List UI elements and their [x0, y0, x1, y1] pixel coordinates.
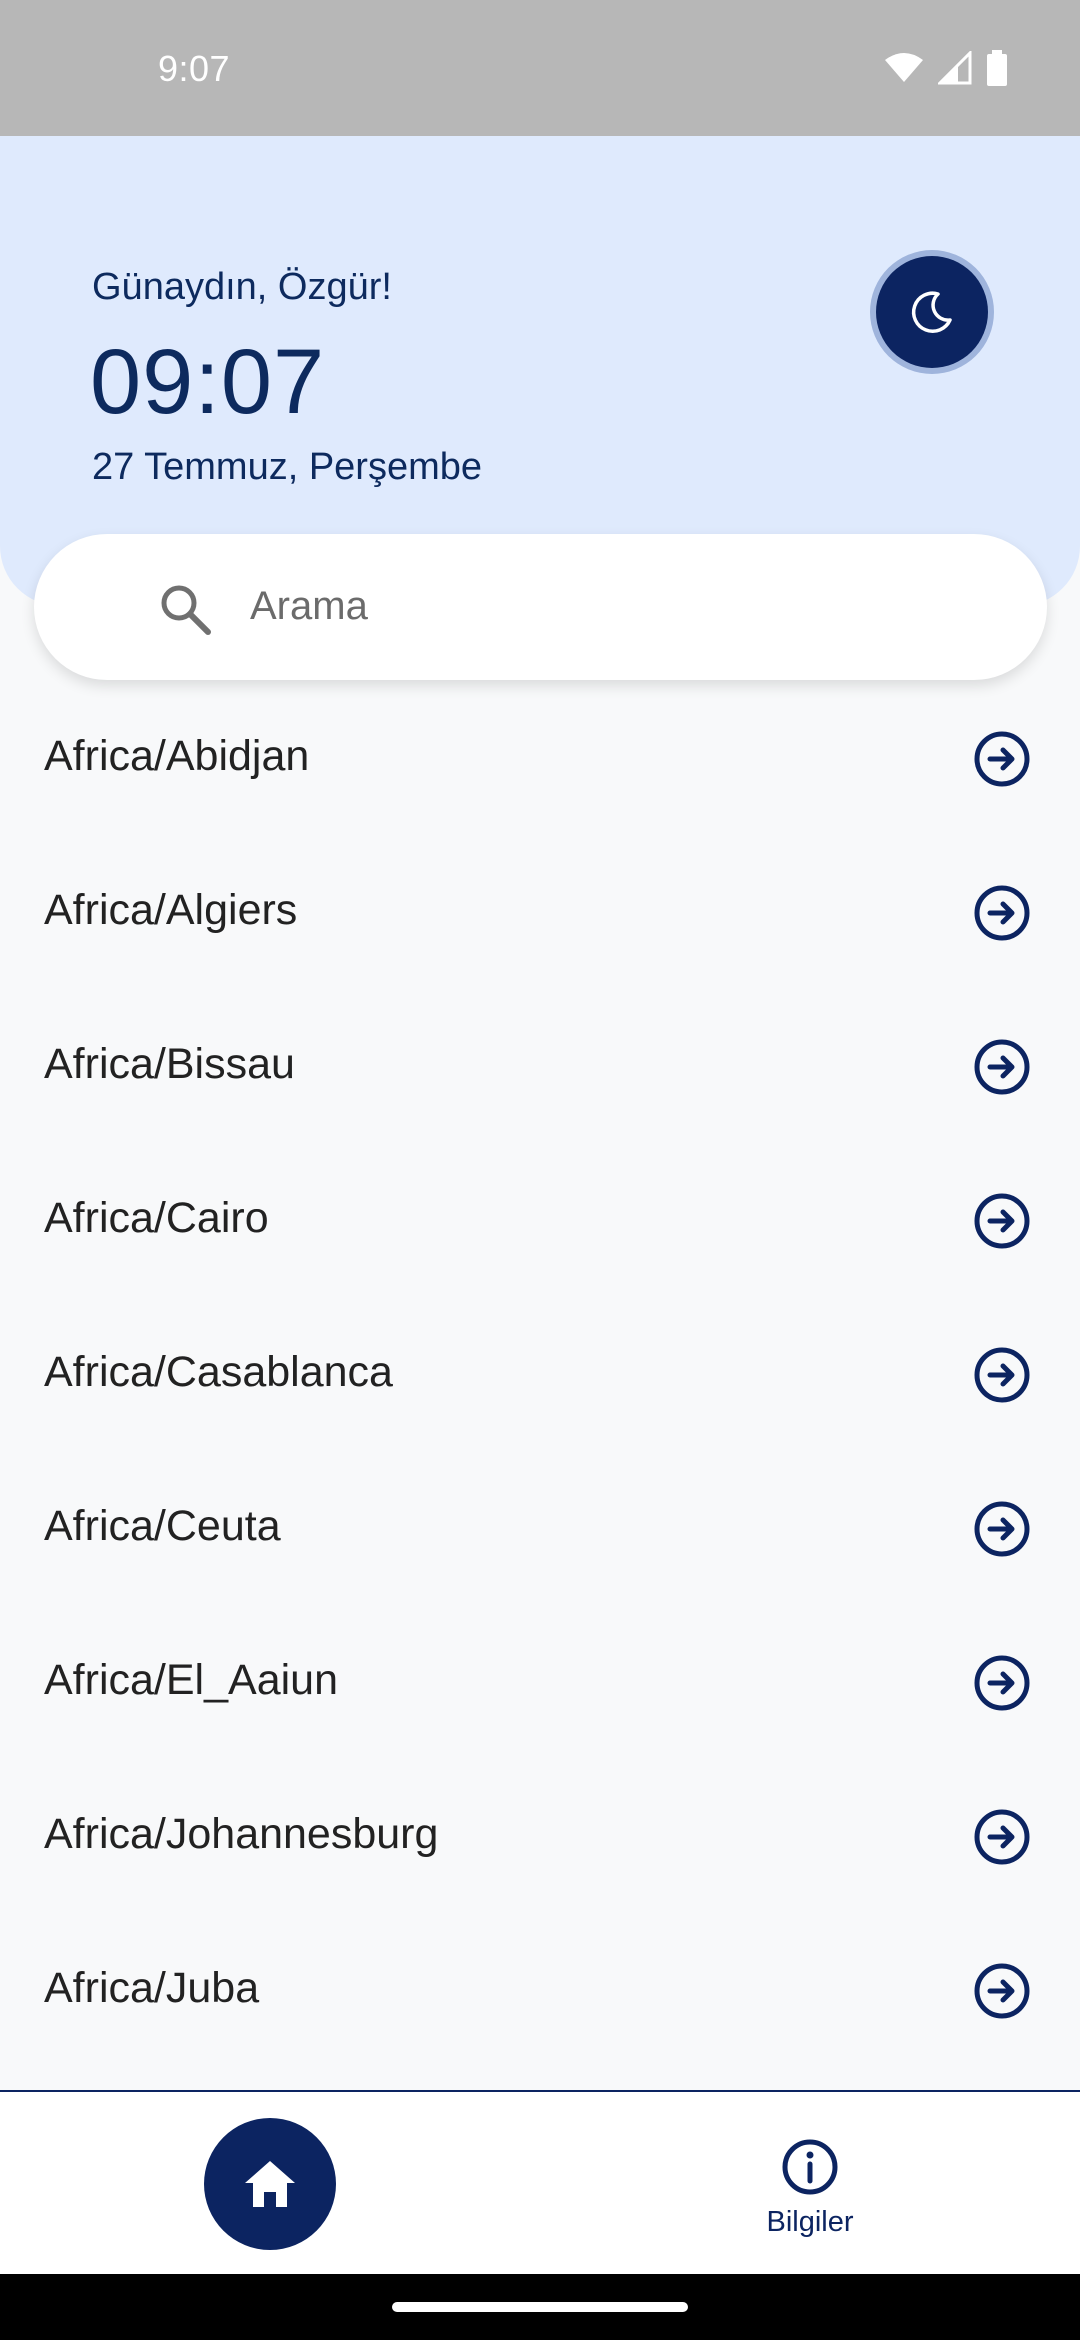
timezone-list-item[interactable]: Africa/Algiers: [0, 834, 1080, 988]
arrow-right-circle-icon[interactable]: [973, 1038, 1031, 1096]
timezone-label: Africa/Algiers: [44, 886, 298, 934]
arrow-right-circle-icon[interactable]: [973, 1654, 1031, 1712]
arrow-right-circle-icon[interactable]: [973, 1192, 1031, 1250]
info-icon: [782, 2139, 838, 2195]
bottom-navigation: Bilgiler: [0, 2090, 1080, 2274]
timezone-list-item[interactable]: Africa/Ceuta: [0, 1450, 1080, 1604]
search-bar[interactable]: [34, 534, 1047, 680]
timezone-list-item[interactable]: Africa/Abidjan: [0, 680, 1080, 834]
system-gesture-bar: [0, 2274, 1080, 2340]
timezone-list-item[interactable]: Africa/Casablanca: [0, 1296, 1080, 1450]
moon-icon: [911, 291, 952, 333]
status-icons: [884, 50, 1008, 86]
wifi-icon: [885, 53, 923, 82]
status-bar: 9:07: [0, 0, 1080, 136]
timezone-list-item[interactable]: Africa/Bissau: [0, 988, 1080, 1142]
status-time: 9:07: [158, 48, 231, 89]
timezone-label: Africa/El_Aaiun: [44, 1656, 338, 1704]
date-display: 27 Temmuz, Perşembe: [92, 446, 483, 488]
search-icon: [161, 585, 211, 635]
timezone-label: Africa/Bissau: [44, 1040, 295, 1088]
timezone-label: Africa/Ceuta: [44, 1502, 281, 1550]
arrow-right-circle-icon[interactable]: [973, 1500, 1031, 1558]
arrow-right-circle-icon[interactable]: [973, 1346, 1031, 1404]
gesture-handle[interactable]: [392, 2302, 688, 2312]
timezone-list-item[interactable]: Africa/El_Aaiun: [0, 1604, 1080, 1758]
battery-icon: [987, 50, 1007, 86]
timezone-list-item[interactable]: Africa/Juba: [0, 1912, 1080, 2066]
timezone-label: Africa/Casablanca: [44, 1348, 393, 1396]
app-screen: 9:07 Günaydın, Özgür! 09:07 27 Temmuz, P…: [0, 0, 1080, 2340]
signal-icon: [938, 51, 972, 85]
arrow-right-circle-icon[interactable]: [973, 884, 1031, 942]
timezone-list: Africa/Abidjan Africa/Algiers Africa/Bis…: [0, 680, 1080, 2066]
search-input[interactable]: [250, 570, 990, 642]
timezone-label: Africa/Juba: [44, 1964, 260, 2012]
home-nav-button[interactable]: [204, 2118, 336, 2250]
info-nav-label: Bilgiler: [766, 2206, 854, 2238]
clock-display: 09:07: [90, 331, 326, 433]
timezone-label: Africa/Abidjan: [44, 732, 310, 780]
arrow-right-circle-icon[interactable]: [973, 1962, 1031, 2020]
timezone-label: Africa/Cairo: [44, 1194, 269, 1242]
timezone-list-item[interactable]: Africa/Cairo: [0, 1142, 1080, 1296]
arrow-right-circle-icon[interactable]: [973, 730, 1031, 788]
greeting-text: Günaydın, Özgür!: [92, 266, 392, 308]
timezone-label: Africa/Johannesburg: [44, 1810, 439, 1858]
home-icon: [245, 2161, 295, 2207]
theme-toggle-button[interactable]: [876, 256, 988, 368]
timezone-list-item[interactable]: Africa/Johannesburg: [0, 1758, 1080, 1912]
arrow-right-circle-icon[interactable]: [973, 1808, 1031, 1866]
info-nav-button[interactable]: Bilgiler: [740, 2138, 880, 2248]
